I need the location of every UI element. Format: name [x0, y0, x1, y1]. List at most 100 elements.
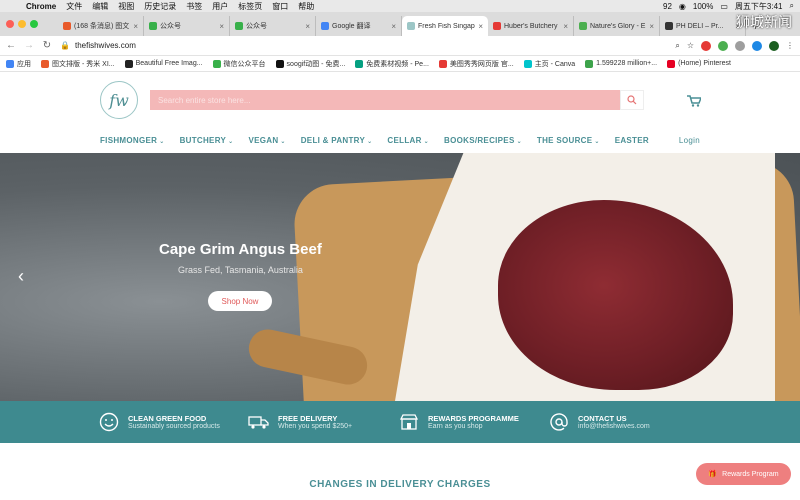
nav-fishmonger[interactable]: FISHMONGER ⌄ [100, 136, 165, 145]
nav-the-source[interactable]: THE SOURCE ⌄ [537, 136, 600, 145]
tab-title[interactable]: (168 条消息) 图文 [74, 21, 130, 31]
tab-title[interactable]: Nature's Glory - E [590, 23, 646, 30]
menu-file[interactable]: 文件 [66, 1, 82, 12]
forward-icon[interactable]: → [24, 40, 34, 51]
nav-label[interactable]: BOOKS/RECIPES [444, 136, 515, 145]
bookmark-item[interactable]: soogif动图 - 免费... [275, 59, 346, 69]
bookmark-item[interactable]: 微信公众平台 [212, 59, 266, 69]
browser-tab[interactable]: Huber's Butchery × [488, 16, 574, 36]
menu-window[interactable]: 窗口 [272, 1, 288, 12]
extension-icon[interactable] [701, 40, 711, 51]
bookmark-label[interactable]: soogif动图 - 免费... [287, 59, 346, 69]
cart-button[interactable] [687, 94, 703, 112]
menu-bookmarks[interactable]: 书签 [186, 1, 202, 12]
menu-edit[interactable]: 编辑 [92, 1, 108, 12]
rewards-program-button[interactable]: 🎁 Rewards Program [696, 463, 791, 485]
search-spotlight-icon[interactable]: ⌕ [790, 1, 794, 11]
bookmark-item[interactable]: 美图秀秀网页版 官... [438, 59, 514, 69]
reload-icon[interactable]: ↻ [42, 40, 52, 51]
nav-label[interactable]: BUTCHERY [180, 136, 227, 145]
tab-title[interactable]: Fresh Fish Singap [418, 23, 475, 30]
browser-tab[interactable]: 公众号 × [230, 16, 316, 36]
menu-help[interactable]: 帮助 [298, 1, 314, 12]
tab-title[interactable]: 公众号 [160, 21, 216, 31]
browser-tab[interactable]: PH DELI – Pr... × [660, 16, 746, 36]
bookmark-label[interactable]: 美图秀秀网页版 官... [450, 59, 514, 69]
battery-percent[interactable]: 100% [693, 2, 713, 11]
menu-history[interactable]: 历史记录 [144, 1, 176, 12]
bookmark-item[interactable]: 图文排版 - 秀米 XI... [41, 59, 115, 69]
bookmark-item[interactable]: 1.599228 million+... [585, 59, 657, 68]
nav-label[interactable]: CELLAR [387, 136, 421, 145]
search-input[interactable] [150, 90, 620, 110]
close-tab-icon[interactable]: × [305, 22, 310, 31]
bookmark-label[interactable]: 主页 - Canva [535, 59, 575, 69]
avatar[interactable] [769, 40, 779, 51]
back-icon[interactable]: ← [6, 40, 16, 51]
login-link[interactable]: Login [679, 136, 700, 145]
close-window-button[interactable] [6, 20, 14, 28]
close-tab-icon[interactable]: × [649, 22, 654, 31]
browser-tab[interactable]: (168 条消息) 图文 × [58, 16, 144, 36]
bookmark-label[interactable]: 1.599228 million+... [596, 60, 657, 67]
url-field[interactable]: 🔒 thefishwives.com [60, 41, 667, 50]
bookmark-label[interactable]: Beautiful Free Imag... [136, 60, 203, 67]
zoom-window-button[interactable] [30, 20, 38, 28]
carousel-prev-icon[interactable]: ‹ [18, 266, 24, 287]
extension-icon[interactable] [752, 40, 762, 51]
bookmark-label[interactable]: (Home) Pinterest [678, 60, 731, 67]
notification-badge[interactable]: 92 [663, 2, 672, 11]
wifi-icon[interactable]: ◉ [679, 2, 686, 11]
nav-label[interactable]: FISHMONGER [100, 136, 157, 145]
nav-label[interactable]: THE SOURCE [537, 136, 592, 145]
menu-app-name[interactable]: Chrome [26, 2, 56, 11]
menu-user[interactable]: 用户 [212, 1, 228, 12]
nav-label[interactable]: VEGAN [248, 136, 278, 145]
tab-title[interactable]: PH DELI – Pr... [676, 23, 732, 30]
tab-title[interactable]: Google 翻译 [332, 21, 388, 31]
close-tab-icon[interactable]: × [133, 22, 138, 31]
bookmark-label[interactable]: 应用 [17, 59, 31, 69]
nav-butchery[interactable]: BUTCHERY ⌄ [180, 136, 234, 145]
nav-deli-pantry[interactable]: DELI & PANTRY ⌄ [301, 136, 373, 145]
nav-cellar[interactable]: CELLAR ⌄ [387, 136, 429, 145]
close-tab-icon[interactable]: × [391, 22, 396, 31]
browser-tab[interactable]: Fresh Fish Singap × [402, 16, 488, 36]
extension-icon[interactable] [735, 40, 745, 51]
tab-title[interactable]: Huber's Butchery [504, 23, 560, 30]
star-icon[interactable]: ☆ [687, 41, 694, 50]
menu-tabs[interactable]: 标签页 [238, 1, 262, 12]
nav-vegan[interactable]: VEGAN ⌄ [248, 136, 285, 145]
search-button[interactable] [620, 90, 644, 110]
site-logo[interactable]: fw [100, 81, 138, 119]
zoom-icon[interactable]: ⌕ [675, 41, 679, 51]
close-tab-icon[interactable]: × [478, 22, 483, 31]
close-tab-icon[interactable]: × [563, 22, 568, 31]
tab-title[interactable]: 公众号 [246, 21, 302, 31]
clock[interactable]: 周五下午3:41 [735, 1, 783, 12]
bookmark-label[interactable]: 图文排版 - 秀米 XI... [52, 59, 115, 69]
url-text[interactable]: thefishwives.com [75, 41, 136, 50]
minimize-window-button[interactable] [18, 20, 26, 28]
nav-books-recipes[interactable]: BOOKS/RECIPES ⌄ [444, 136, 522, 145]
bookmark-item[interactable]: 免费素材视频 - Pe... [355, 59, 429, 69]
shop-now-button[interactable]: Shop Now [208, 291, 272, 311]
extension-icon[interactable] [718, 40, 728, 51]
bookmark-item[interactable]: 主页 - Canva [523, 59, 575, 69]
browser-tab[interactable]: Nature's Glory - E × [574, 16, 660, 36]
bookmark-item[interactable]: Beautiful Free Imag... [124, 59, 203, 68]
close-tab-icon[interactable]: × [219, 22, 224, 31]
more-menu-icon[interactable]: ⋮ [786, 41, 794, 50]
rewards-label[interactable]: Rewards Program [722, 471, 778, 478]
chevron-down-icon: ⌄ [516, 138, 522, 145]
bookmark-label[interactable]: 微信公众平台 [224, 59, 266, 69]
bookmark-item[interactable]: (Home) Pinterest [667, 59, 731, 68]
menu-view[interactable]: 视图 [118, 1, 134, 12]
browser-tab[interactable]: 公众号 × [144, 16, 230, 36]
bookmark-item[interactable]: 应用 [6, 59, 31, 69]
nav-label[interactable]: DELI & PANTRY [301, 136, 365, 145]
browser-tab[interactable]: Google 翻译 × [316, 16, 402, 36]
lock-icon[interactable]: 🔒 [60, 41, 70, 50]
nav-easter[interactable]: EASTER [615, 136, 649, 145]
bookmark-label[interactable]: 免费素材视频 - Pe... [366, 59, 429, 69]
